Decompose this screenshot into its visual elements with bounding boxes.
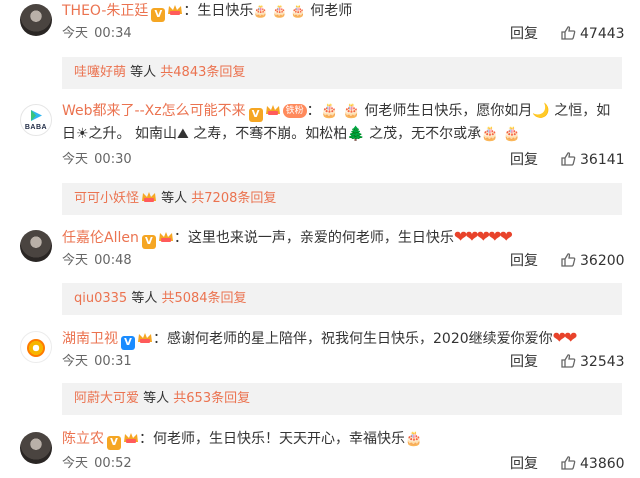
comment-meta: 今天 00:34 — [62, 25, 132, 43]
comment-text: ：感谢何老师的星上陪伴，祝我何生日快乐，2020继续爱你爱你 — [153, 331, 553, 347]
verified-badge-icon: V — [151, 8, 166, 22]
time: 00:34 — [94, 26, 132, 41]
like-count: 47443 — [580, 26, 625, 42]
reply-mid: 等人 — [139, 391, 174, 406]
crown-badge-icon — [142, 192, 157, 202]
date: 今天 — [62, 152, 89, 167]
reply-mid: 等人 — [157, 191, 192, 206]
comment-line: THEO-朱正廷 V ：生日快乐🎂 🎂 🎂 何老师 — [62, 0, 352, 22]
date: 今天 — [62, 253, 89, 268]
date: 今天 — [62, 456, 89, 471]
date: 今天 — [62, 26, 89, 41]
comment-meta: 今天 00:48 — [62, 252, 132, 270]
comment-line-2: 日☀之升。 如南山⛰ 之寿，不骞不崩。如松柏🌲 之茂，无不尔或承🎂 🎂 — [62, 123, 520, 145]
reply-summary[interactable]: qiu0335 等人 共5084条回复 — [62, 283, 622, 315]
hearts-emoji: ❤❤❤❤❤ — [453, 227, 513, 246]
time: 00:31 — [94, 354, 132, 369]
reply-summary[interactable]: 哇噻好萌 等人 共4843条回复 — [62, 57, 622, 89]
comment-line: 任嘉伦Allen V ：这里也来说一声，亲爱的何老师，生日快乐❤❤❤❤❤ — [62, 226, 513, 249]
crown-badge-icon — [138, 333, 152, 343]
thumbs-up-icon — [561, 456, 576, 470]
reply-button[interactable]: 回复 — [510, 455, 538, 473]
like-count: 32543 — [580, 354, 625, 370]
verified-badge-icon: V — [121, 336, 135, 350]
username[interactable]: 任嘉伦Allen — [62, 230, 139, 246]
date: 今天 — [62, 354, 89, 369]
reply-total[interactable]: 共4843条回复 — [160, 65, 245, 80]
like-button[interactable]: 43860 — [560, 455, 625, 473]
reply-mid: 等人 — [126, 65, 161, 80]
thumbs-up-icon — [561, 152, 576, 166]
play-logo-icon — [31, 110, 42, 121]
fan-badge: 铁粉 — [282, 104, 307, 118]
time: 00:48 — [94, 253, 132, 268]
reply-button[interactable]: 回复 — [510, 252, 538, 270]
cake-emojis: 🎂 🎂 🎂 — [253, 4, 306, 18]
like-button[interactable]: 47443 — [560, 25, 625, 43]
avatar[interactable] — [20, 4, 52, 36]
reply-summary[interactable]: 可可小妖怪 等人 共7208条回复 — [62, 183, 622, 215]
like-count: 36200 — [580, 253, 625, 269]
crown-badge-icon — [158, 232, 173, 242]
cake-emoji: 🎂 — [405, 431, 423, 447]
comment-text: ：这里也来说一声，亲爱的何老师，生日快乐 — [173, 230, 454, 246]
comment-line: 湖南卫视 V ：感谢何老师的星上陪伴，祝我何生日快乐，2020继续爱你爱你❤❤ — [62, 327, 578, 350]
comment-meta: 今天 00:30 — [62, 151, 132, 169]
comment-text-2: 日☀之升。 如南山⛰ 之寿，不骞不崩。如松柏🌲 之茂，无不尔或承🎂 🎂 — [62, 126, 521, 142]
reply-user[interactable]: qiu0335 — [74, 291, 127, 306]
avatar[interactable]: BABA — [20, 104, 52, 136]
comment-meta: 今天 00:31 — [62, 353, 132, 371]
hunan-logo-icon — [27, 339, 45, 357]
username[interactable]: 湖南卫视 — [62, 331, 118, 347]
username[interactable]: 陈立农 — [62, 431, 104, 447]
comment-text: ：🎂 🎂 何老师生日快乐，愿你如月🌙 之恒，如 — [306, 103, 611, 119]
like-button[interactable]: 36141 — [560, 151, 625, 169]
like-count: 36141 — [580, 152, 625, 168]
reply-total[interactable]: 共5084条回复 — [161, 291, 246, 306]
thumbs-up-icon — [561, 354, 576, 368]
reply-button[interactable]: 回复 — [510, 353, 538, 371]
time: 00:52 — [94, 456, 132, 471]
crown-badge-icon — [168, 5, 183, 15]
thumbs-up-icon — [561, 253, 576, 267]
thumbs-up-icon — [561, 26, 576, 40]
avatar-text: BABA — [24, 124, 48, 131]
comment-line: Web都来了--Xz怎么可能不来 V 铁粉 ：🎂 🎂 何老师生日快乐，愿你如月🌙 之恒… — [62, 100, 610, 122]
reply-button[interactable]: 回复 — [510, 25, 538, 43]
comment-line: 陈立农 V ：何老师，生日快乐！天天开心，幸福快乐🎂 — [62, 428, 422, 450]
hearts-emoji: ❤❤ — [552, 328, 578, 347]
avatar[interactable] — [20, 230, 52, 262]
comment-meta: 今天 00:52 — [62, 455, 132, 473]
crown-badge-icon — [124, 433, 138, 443]
crown-badge-icon — [265, 105, 280, 115]
reply-mid: 等人 — [127, 291, 162, 306]
reply-user[interactable]: 阿蔚大可爱 — [74, 391, 139, 406]
reply-user[interactable]: 可可小妖怪 — [74, 191, 139, 206]
avatar[interactable] — [20, 432, 52, 464]
verified-badge-icon: V — [141, 235, 156, 249]
like-button[interactable]: 32543 — [560, 353, 625, 371]
comment-text: ：何老师，生日快乐！天天开心，幸福快乐 — [139, 431, 405, 447]
reply-total[interactable]: 共653条回复 — [173, 391, 250, 406]
reply-summary[interactable]: 阿蔚大可爱 等人 共653条回复 — [62, 383, 622, 415]
reply-user[interactable]: 哇噻好萌 — [74, 65, 126, 80]
comment-text-2: 何老师 — [305, 3, 353, 19]
username[interactable]: Web都来了--Xz怎么可能不来 — [62, 103, 246, 119]
reply-button[interactable]: 回复 — [510, 151, 538, 169]
like-button[interactable]: 36200 — [560, 252, 625, 270]
comment-text: ：生日快乐 — [183, 3, 254, 19]
verified-badge-icon: V — [107, 436, 121, 450]
reply-total[interactable]: 共7208条回复 — [191, 191, 276, 206]
like-count: 43860 — [580, 456, 625, 472]
verified-badge-icon: V — [248, 108, 263, 122]
time: 00:30 — [94, 152, 132, 167]
username[interactable]: THEO-朱正廷 — [62, 3, 148, 19]
avatar[interactable] — [20, 331, 52, 363]
